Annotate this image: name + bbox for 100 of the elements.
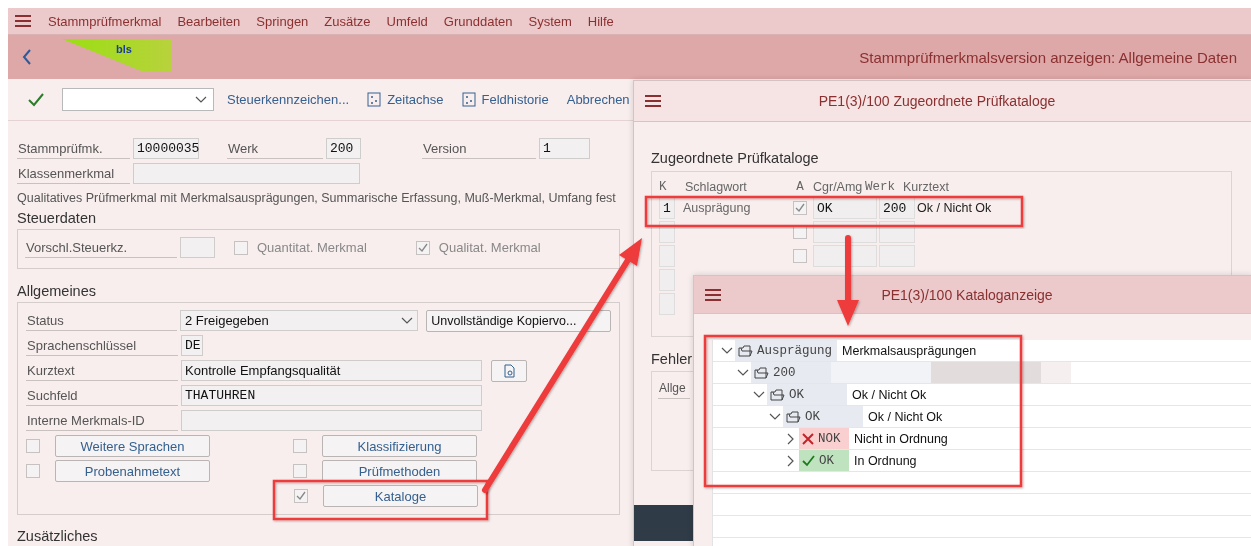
field-label: Stammprüfmk. <box>17 138 130 159</box>
menu-item[interactable]: Bearbeiten <box>177 13 241 29</box>
page-title: Stammprüfmerkmalsversion anzeigen: Allgemeine Daten <box>859 48 1237 66</box>
folder-icon <box>754 366 769 379</box>
calendar-grid-icon <box>461 92 476 107</box>
footer-bar <box>634 505 694 541</box>
checkbox[interactable] <box>234 240 248 255</box>
input-field[interactable]: 200 <box>879 197 915 219</box>
checkbox[interactable] <box>293 464 307 478</box>
chevron-down-icon <box>753 390 765 399</box>
cross-icon <box>802 432 814 445</box>
column-header: A <box>795 180 805 194</box>
input-field[interactable] <box>181 410 482 431</box>
document-icon <box>502 363 516 378</box>
back-icon <box>22 49 32 65</box>
checkmark-icon <box>802 454 815 467</box>
input-field[interactable] <box>659 221 675 243</box>
node-text: Ok / Nicht Ok <box>867 409 943 424</box>
input-field[interactable]: 1 <box>659 197 675 219</box>
input-field[interactable] <box>659 293 675 315</box>
menu-icon <box>644 94 662 108</box>
checkmark-icon <box>28 92 44 107</box>
section-heading: Fehler <box>651 351 693 367</box>
checkbox[interactable] <box>415 240 430 255</box>
command-field[interactable] <box>62 88 214 111</box>
folder-icon <box>738 344 753 357</box>
field-label: Sprachenschlüssel <box>26 335 178 356</box>
menu-item[interactable]: Springen <box>256 13 309 29</box>
section-heading: Allgemeines <box>17 283 96 299</box>
input-field[interactable]: DE <box>181 335 203 356</box>
chevron-down-icon <box>195 95 207 104</box>
checkbox[interactable] <box>293 439 307 453</box>
input-field[interactable] <box>133 163 360 184</box>
table-cell-text: Ausprägung <box>683 201 752 215</box>
field-label: Vorschl.Steuerkz. <box>25 237 177 258</box>
node-key[interactable]: 200 <box>751 362 831 383</box>
input-field[interactable]: 10000035 <box>133 138 199 159</box>
checkbox-label: Qualitat. Merkmal <box>438 240 541 255</box>
section-heading: Steuerdaten <box>17 210 96 226</box>
node-key[interactable]: NOK <box>799 428 849 449</box>
field-label: Interne Merkmals-ID <box>26 410 178 431</box>
toolbar-button[interactable]: Feldhistorie <box>456 90 554 109</box>
checkbox[interactable] <box>294 489 308 503</box>
folder-icon <box>786 410 801 423</box>
input-field[interactable] <box>180 237 215 258</box>
node-key[interactable]: OK <box>767 384 847 405</box>
column-header: K <box>659 180 668 194</box>
input-field[interactable]: 200 <box>326 138 361 159</box>
checkbox[interactable] <box>26 464 40 478</box>
checkbox[interactable] <box>793 249 807 263</box>
checkbox[interactable] <box>26 439 40 453</box>
description-text: Qualitatives Prüfmerkmal mit Merkmalsausprägungen, Summarische Erfassung, Muß-Merkmal, Umfang fest <box>17 191 617 205</box>
input-field[interactable]: 1 <box>539 138 590 159</box>
chevron-down-icon <box>721 346 733 355</box>
field-label: Klassenmerkmal <box>17 163 130 184</box>
input-field[interactable]: OK <box>813 197 877 219</box>
input-field[interactable]: Kontrolle Empfangsqualität <box>181 360 482 381</box>
input-field[interactable] <box>879 245 915 267</box>
node-key[interactable]: OK <box>799 450 849 471</box>
chevron-down-icon <box>401 316 414 325</box>
chevron-right-icon <box>787 432 795 445</box>
field-label: Version <box>422 138 536 159</box>
checkbox[interactable] <box>793 201 807 215</box>
menu-item[interactable]: Hilfe <box>587 13 614 29</box>
node-text: In Ordnung <box>853 453 917 468</box>
status-dropdown[interactable]: 2 Freigegeben <box>179 310 419 331</box>
toolbar-button[interactable]: Abbrechen <box>561 90 635 109</box>
copy-status-button[interactable]: Unvollständige Kopiervo... <box>426 309 611 332</box>
input-field[interactable] <box>659 269 675 291</box>
menu-item[interactable]: System <box>528 13 572 29</box>
function-button[interactable]: Prüfmethoden <box>322 460 477 482</box>
node-key[interactable]: OK <box>783 406 863 427</box>
function-button[interactable]: Probenahmetext <box>55 460 210 482</box>
column-header: Schlagwort <box>685 180 748 194</box>
section-heading: Zusätzliches <box>17 528 98 544</box>
chevron-down-icon <box>769 412 781 421</box>
toolbar-button[interactable]: Zeitachse <box>362 90 449 109</box>
menu-item[interactable]: Grunddaten <box>443 13 513 29</box>
node-key[interactable]: Ausprägung <box>735 340 837 361</box>
menu-item[interactable]: Umfeld <box>386 13 428 29</box>
field-label: Suchfeld <box>26 385 178 406</box>
input-field[interactable] <box>659 245 675 267</box>
input-field[interactable] <box>879 221 915 243</box>
icon-button[interactable] <box>491 359 527 382</box>
field-label: Kurztext <box>26 360 178 381</box>
calendar-grid-icon <box>367 92 382 107</box>
input-field[interactable] <box>813 245 877 267</box>
logo: bls <box>62 39 172 71</box>
column-header: Werk <box>865 180 896 194</box>
toolbar-button[interactable]: Steuerkennzeichen... <box>222 90 355 109</box>
chevron-down-icon <box>737 368 749 377</box>
function-button[interactable]: Klassifizierung <box>322 435 477 457</box>
function-button[interactable]: Weitere Sprachen <box>55 435 210 457</box>
section-heading: Zugeordnete Prüfkataloge <box>651 150 819 166</box>
column-header: Kurztext <box>903 180 950 194</box>
menu-item[interactable]: Stammprüfmerkmal <box>48 13 162 29</box>
input-field[interactable]: THATUHREN <box>181 385 482 406</box>
function-button[interactable]: Kataloge <box>323 485 478 507</box>
menu-item[interactable]: Zusätze <box>324 13 371 29</box>
field-label: Allge <box>658 378 690 399</box>
